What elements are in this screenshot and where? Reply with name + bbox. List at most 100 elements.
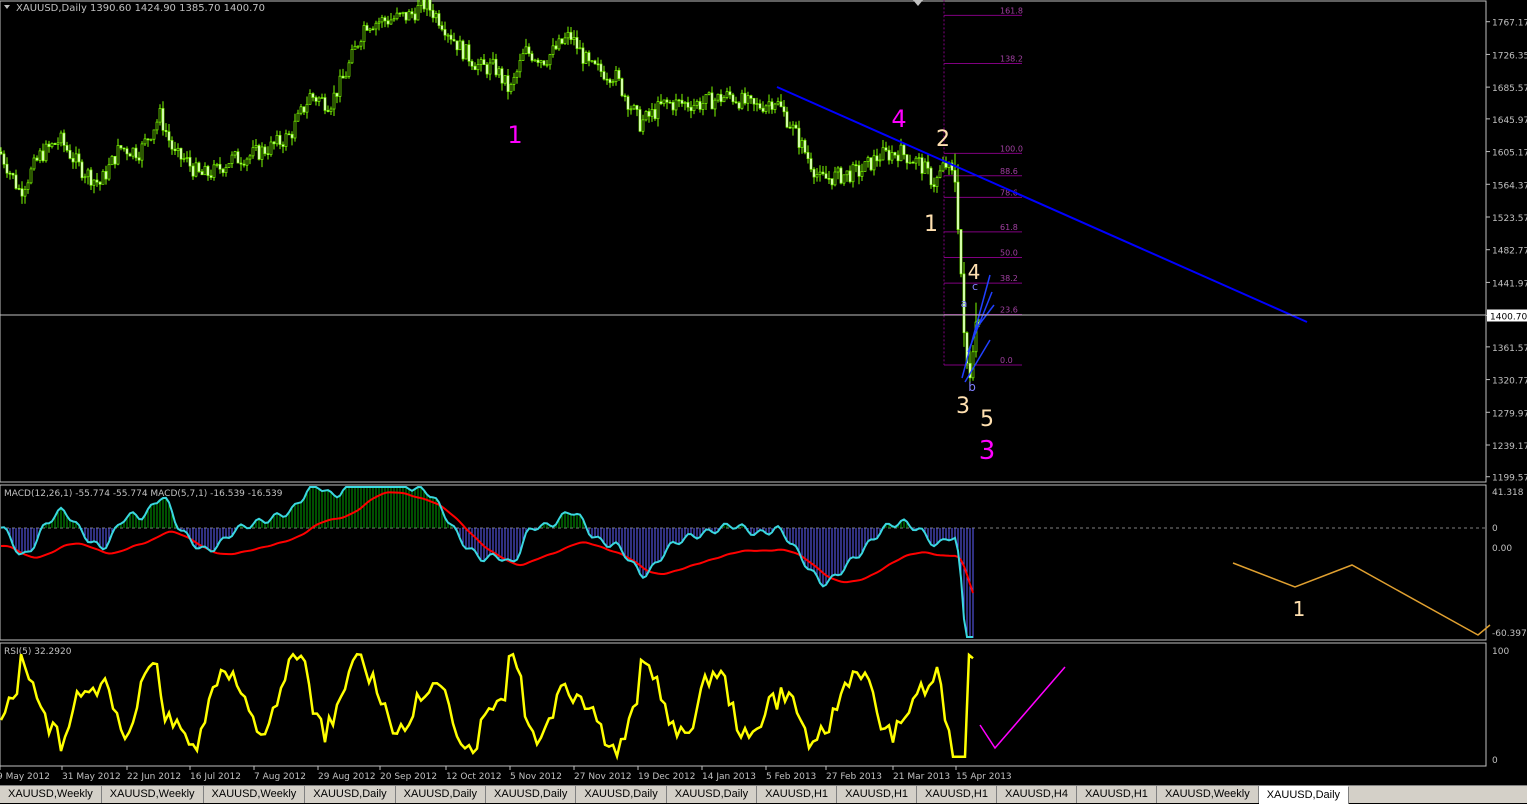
chart-tab[interactable]: XAUUSD,Weekly xyxy=(1157,786,1259,803)
candle-body xyxy=(128,153,132,157)
candle-body xyxy=(449,34,453,40)
candle-body xyxy=(764,105,768,112)
wave-label: 2 xyxy=(936,127,950,152)
candle-body xyxy=(689,106,693,112)
wave-label: b xyxy=(968,380,976,394)
candle-body xyxy=(104,171,108,180)
candle-body xyxy=(857,165,861,177)
chart-tab[interactable]: XAUUSD,H1 xyxy=(837,786,918,803)
candle-body xyxy=(170,140,174,150)
candle-body xyxy=(650,109,654,117)
chart-tab[interactable]: XAUUSD,Weekly xyxy=(102,786,204,803)
candle-body xyxy=(581,47,585,64)
chart-tab[interactable]: XAUUSD,Weekly xyxy=(204,786,306,803)
chart-tab[interactable]: XAUUSD,Daily xyxy=(396,786,487,803)
candle-body xyxy=(359,41,363,47)
candle-body xyxy=(428,0,432,11)
candle-body xyxy=(59,132,63,144)
time-tick-label: 7 Aug 2012 xyxy=(254,772,306,782)
macd-tick-label: 0 xyxy=(1492,524,1498,534)
candle-body xyxy=(0,151,3,155)
candle-body xyxy=(212,164,216,178)
candle-body xyxy=(782,106,786,113)
time-tick-label: 22 Jun 2012 xyxy=(127,772,181,782)
candle-body xyxy=(164,130,168,133)
chart-tab[interactable]: XAUUSD,Daily xyxy=(576,786,667,803)
chart-tab[interactable]: XAUUSD,Daily xyxy=(667,786,758,803)
candle-body xyxy=(920,157,924,174)
chart-tab[interactable]: XAUUSD,H1 xyxy=(1077,786,1157,803)
candle-body xyxy=(68,150,72,159)
time-tick-label: 19 Dec 2012 xyxy=(638,772,696,782)
candle-body xyxy=(182,158,186,160)
candle-body xyxy=(452,39,456,42)
candle-body xyxy=(194,162,198,177)
fib-level-label: 100.0 xyxy=(1000,144,1023,153)
candle-body xyxy=(299,106,303,114)
candle-body xyxy=(833,171,837,186)
price-tick-label: 1564.37 xyxy=(1492,181,1527,191)
candle-body xyxy=(401,11,405,14)
price-tick-label: 1361.57 xyxy=(1492,344,1527,354)
candle-body xyxy=(590,60,594,63)
chart-tab[interactable]: XAUUSD,H1 xyxy=(757,786,838,803)
candle-body xyxy=(866,157,870,162)
candle-body xyxy=(17,188,21,190)
candle-body xyxy=(545,64,549,67)
candle-body xyxy=(731,94,735,103)
candle-body xyxy=(491,58,495,64)
chart-tab[interactable]: XAUUSD,H1 xyxy=(917,786,997,803)
candle-body xyxy=(803,140,807,153)
chart-tab[interactable]: XAUUSD,Daily xyxy=(1258,786,1350,804)
chart-tab[interactable]: XAUUSD,H4 xyxy=(997,786,1077,803)
chart-tab[interactable]: XAUUSD,Daily xyxy=(486,786,577,803)
candle-body xyxy=(587,52,591,62)
candle-body xyxy=(482,59,486,65)
candle-body xyxy=(548,54,552,66)
candle-body xyxy=(311,93,315,98)
candle-body xyxy=(167,131,171,141)
candle-body xyxy=(644,111,648,121)
candle-body xyxy=(722,97,726,103)
candle-body xyxy=(329,108,333,112)
candle-body xyxy=(512,76,516,85)
candle-body xyxy=(260,146,264,160)
candle-body xyxy=(704,94,708,104)
candle-body xyxy=(80,161,84,179)
candle-body xyxy=(233,151,237,156)
candle-body xyxy=(602,71,606,80)
chart-area[interactable]: 161.8138.2100.088.678.661.850.038.223.60… xyxy=(0,0,1527,785)
candle-body xyxy=(821,171,825,175)
candle-body xyxy=(203,165,207,176)
candle-body xyxy=(563,37,567,44)
candle-body xyxy=(263,146,267,155)
candle-body xyxy=(266,153,270,156)
candle-body xyxy=(929,167,933,186)
candle-body xyxy=(887,149,891,161)
candle-body xyxy=(371,28,375,31)
candle-body xyxy=(851,164,855,183)
candle-body xyxy=(776,101,780,105)
chart-tab[interactable]: XAUUSD,Daily xyxy=(305,786,396,803)
fib-level-label: 88.6 xyxy=(1000,167,1018,176)
candle-body xyxy=(953,169,957,183)
candle-body xyxy=(770,101,774,110)
candle-body xyxy=(827,178,831,180)
candle-body xyxy=(956,181,960,230)
candle-body xyxy=(413,13,417,21)
candle-body xyxy=(710,92,714,110)
candle-body xyxy=(5,163,9,174)
price-tick-label: 1605.17 xyxy=(1492,149,1527,159)
candle-body xyxy=(296,112,300,122)
candle-body xyxy=(905,154,909,164)
candle-body xyxy=(44,143,48,162)
candle-body xyxy=(593,60,597,65)
rsi-tick-label: 100 xyxy=(1492,647,1509,657)
candle-body xyxy=(89,169,93,186)
candle-body xyxy=(257,145,261,160)
candle-body xyxy=(473,65,477,71)
candle-body xyxy=(365,25,369,31)
candle-body xyxy=(881,147,885,161)
candle-body xyxy=(767,101,771,107)
chart-tab[interactable]: XAUUSD,Weekly xyxy=(0,786,102,803)
